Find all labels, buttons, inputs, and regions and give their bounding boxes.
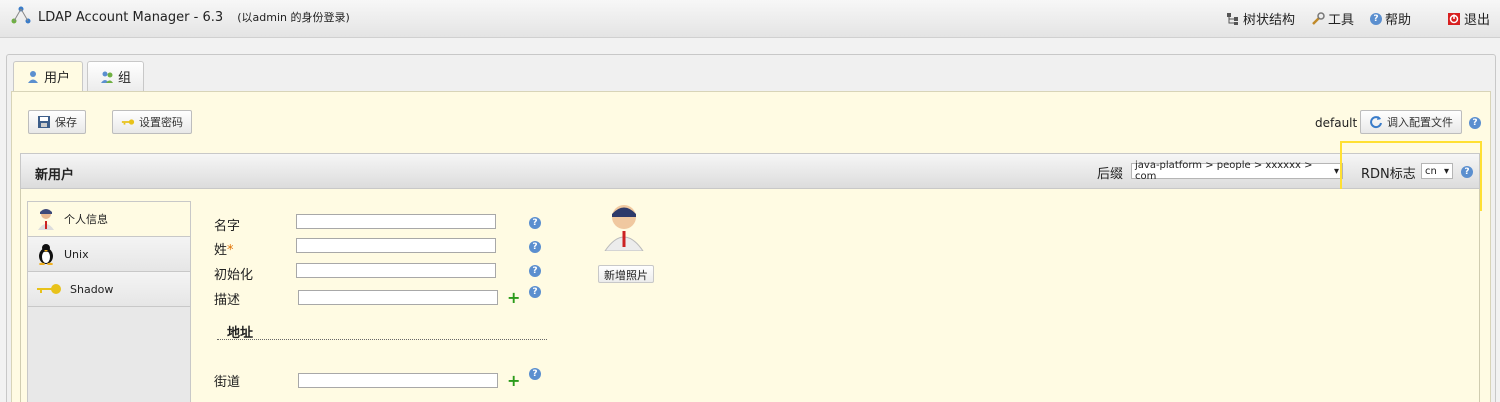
description-input[interactable] <box>298 290 498 305</box>
street-label: 街道 <box>214 375 241 390</box>
tree-icon <box>1226 12 1238 25</box>
new-user-panel-header: 新用户 后缀 java-platform > people > xxxxxx >… <box>20 153 1480 189</box>
tab-users[interactable]: 用户 <box>13 61 84 91</box>
save-label: 保存 <box>55 116 77 129</box>
add-street-icon[interactable]: + <box>507 373 520 389</box>
app-title-text: LDAP Account Manager - 6.3 <box>38 10 224 25</box>
tree-view-label: 树状结构 <box>1242 13 1295 28</box>
tab-groups-label: 组 <box>118 71 132 86</box>
street-input[interactable] <box>298 373 498 388</box>
initials-input[interactable] <box>296 263 496 278</box>
tree-view-link[interactable]: 树状结构 <box>1226 9 1295 28</box>
initials-label: 初始化 <box>214 268 254 283</box>
add-description-icon[interactable]: + <box>507 290 520 306</box>
tux-icon <box>39 244 53 265</box>
initials-help-icon[interactable]: ? <box>529 265 541 277</box>
user-photo-placeholder-icon <box>604 205 644 251</box>
street-help-icon[interactable]: ? <box>529 368 541 380</box>
set-password-label: 设置密码 <box>139 116 183 129</box>
new-user-panel-body: 个人信息 Unix Shadow 名字 ? 姓* ? 初始化 ? 描述 + ? … <box>20 189 1480 402</box>
person-icon <box>38 209 54 230</box>
refresh-icon <box>1370 116 1382 129</box>
sidebar-item-unix[interactable]: Unix <box>28 237 190 272</box>
logout-label: 退出 <box>1463 13 1490 28</box>
sidebar-item-personal[interactable]: 个人信息 <box>28 202 190 237</box>
sidebar-item-shadow[interactable]: Shadow <box>28 272 190 307</box>
add-photo-button[interactable]: 新增照片 <box>598 265 654 283</box>
tools-link[interactable]: 工具 <box>1311 9 1354 28</box>
help-link[interactable]: ? 帮助 <box>1369 9 1411 28</box>
sidebar-item-unix-label: Unix <box>64 247 89 261</box>
logout-icon <box>1447 12 1460 25</box>
user-icon <box>28 70 38 83</box>
app-title: LDAP Account Manager - 6.3 (以admin 的身份登录… <box>38 9 350 25</box>
first-name-label: 名字 <box>214 219 241 234</box>
required-marker: * <box>227 243 234 258</box>
set-password-button[interactable]: 设置密码 <box>112 110 192 134</box>
sidebar-item-personal-label: 个人信息 <box>64 213 108 226</box>
suffix-label: 后缀 <box>1097 167 1124 182</box>
last-name-input[interactable] <box>296 238 496 253</box>
profile-help-icon[interactable]: ? <box>1469 117 1481 129</box>
last-name-help-icon[interactable]: ? <box>529 241 541 253</box>
save-icon <box>38 116 50 128</box>
help-label: 帮助 <box>1384 13 1411 28</box>
load-profile-label: 调入配置文件 <box>1387 116 1453 129</box>
key-icon <box>37 284 61 294</box>
chevron-down-icon: ▾ <box>1333 165 1339 177</box>
save-button[interactable]: 保存 <box>28 110 86 134</box>
module-tabs: 用户 组 <box>13 61 145 91</box>
first-name-help-icon[interactable]: ? <box>529 217 541 229</box>
group-icon <box>101 71 114 83</box>
tools-label: 工具 <box>1327 13 1354 28</box>
top-links: 树状结构 工具 ? 帮助 退出 <box>1226 9 1490 28</box>
first-name-input[interactable] <box>296 214 496 229</box>
account-type-sidebar: 个人信息 Unix Shadow <box>27 201 191 402</box>
suffix-value: java-platform > people > xxxxxx > com <box>1135 160 1313 182</box>
logout-link[interactable]: 退出 <box>1447 9 1490 28</box>
address-section-title: 地址 <box>217 322 547 341</box>
tab-users-label: 用户 <box>44 71 71 86</box>
description-label: 描述 <box>214 293 241 308</box>
lam-logo-icon <box>11 6 31 24</box>
sidebar-item-shadow-label: Shadow <box>70 282 114 296</box>
app-header: LDAP Account Manager - 6.3 (以admin 的身份登录… <box>0 0 1500 38</box>
login-status: (以admin 的身份登录) <box>237 11 350 24</box>
tab-groups[interactable]: 组 <box>87 61 145 91</box>
help-icon: ? <box>1369 12 1382 25</box>
load-profile-button[interactable]: 调入配置文件 <box>1360 110 1462 134</box>
last-name-label-text: 姓 <box>214 243 228 258</box>
profile-name: default <box>1315 116 1358 130</box>
key-icon <box>121 119 135 125</box>
description-help-icon[interactable]: ? <box>529 286 541 298</box>
panel-title: 新用户 <box>35 168 75 183</box>
suffix-select[interactable]: java-platform > people > xxxxxx > com ▾ <box>1131 160 1343 182</box>
last-name-label: 姓* <box>214 239 234 258</box>
tools-icon <box>1312 11 1325 25</box>
